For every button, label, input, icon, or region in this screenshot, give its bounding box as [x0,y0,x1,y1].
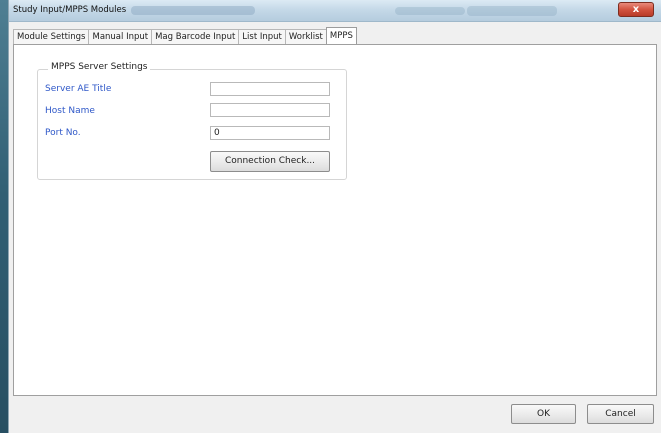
tab-mag-barcode-input[interactable]: Mag Barcode Input [151,29,240,44]
cancel-button[interactable]: Cancel [587,404,654,424]
title-bar-obscured-area [131,6,255,15]
title-bar-obscured-area [395,7,465,15]
tab-worklist[interactable]: Worklist [284,29,327,44]
ok-button[interactable]: OK [511,404,576,424]
port-number-field[interactable]: 0 [210,126,330,140]
tab-list-input[interactable]: List Input [238,29,286,44]
server-ae-title-field[interactable] [210,82,330,96]
window-title: Study Input/MPPS Modules [13,5,127,15]
host-name-field[interactable] [210,103,330,117]
title-bar[interactable]: Study Input/MPPS Modules x [9,0,661,22]
tab-strip: Module Settings Manual Input Mag Barcode… [13,27,357,44]
tab-module-settings[interactable]: Module Settings [13,29,90,44]
host-name-label: Host Name [45,106,95,116]
group-title: MPPS Server Settings [48,62,151,72]
server-ae-title-label: Server AE Title [45,84,112,94]
title-bar-obscured-area [467,6,557,16]
tab-manual-input[interactable]: Manual Input [88,29,153,44]
port-number-label: Port No. [45,128,81,138]
connection-check-button[interactable]: Connection Check... [210,151,330,172]
dialog-window: Study Input/MPPS Modules x Module Settin… [8,0,661,433]
close-icon: x [632,4,640,15]
tab-mpps[interactable]: MPPS [325,27,357,44]
background-window-strip [0,0,8,433]
close-button[interactable]: x [618,2,654,17]
